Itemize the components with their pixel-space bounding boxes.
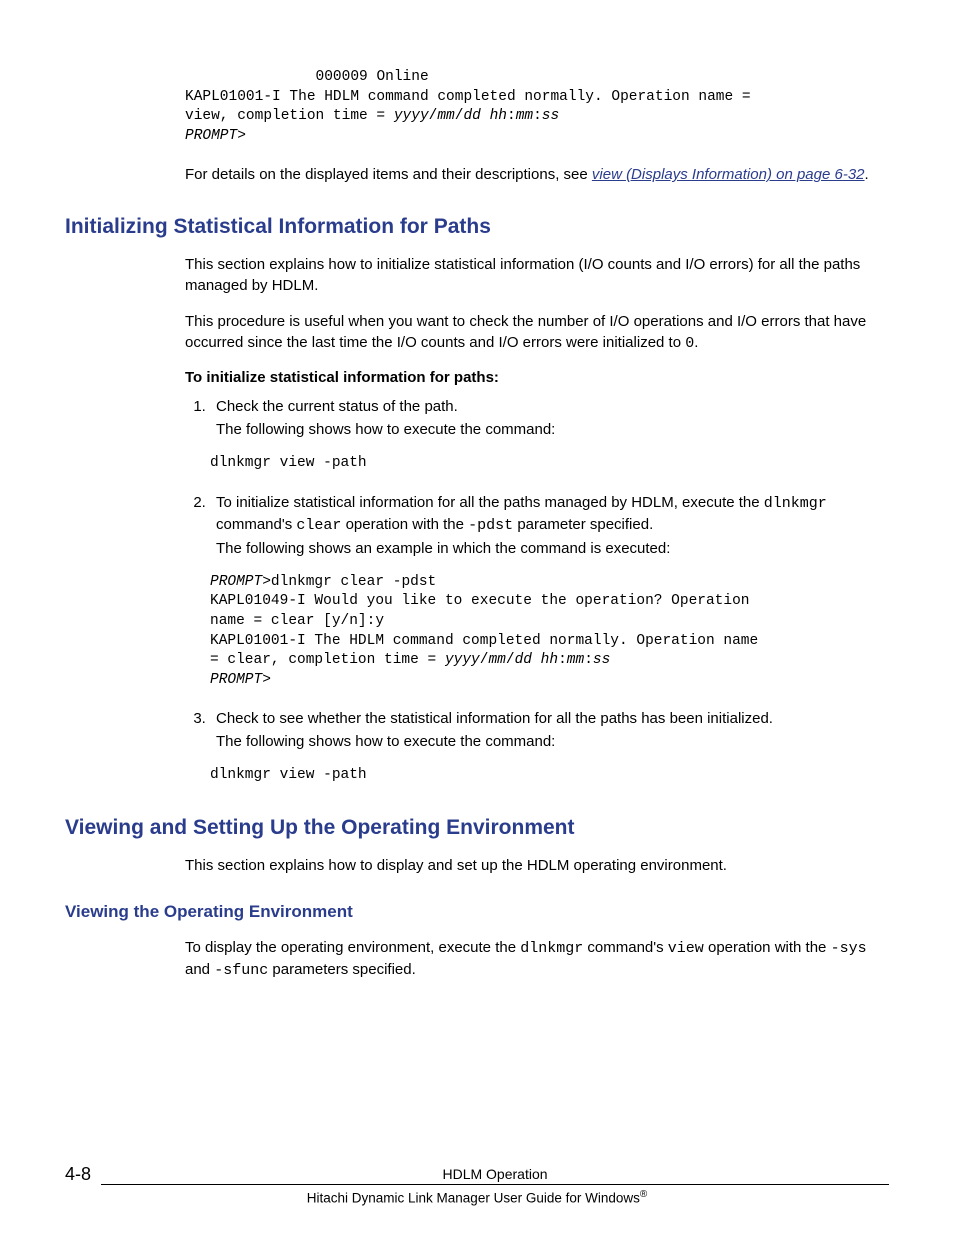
text: .	[694, 334, 698, 351]
code-line: 000009 Online	[185, 69, 429, 85]
paragraph: This procedure is useful when you want t…	[185, 311, 889, 354]
code-sep: /	[506, 652, 515, 668]
text: operation with the	[341, 516, 468, 533]
inline-code: dlnkmgr	[520, 940, 583, 957]
code-var: mm	[516, 108, 533, 124]
heading-viewing-setting: Viewing and Setting Up the Operating Env…	[65, 816, 889, 840]
inline-code: clear	[296, 517, 341, 534]
procedure-title: To initialize statistical information fo…	[185, 369, 889, 386]
code-var: dd hh	[463, 108, 507, 124]
step-text: The following shows how to execute the c…	[216, 731, 889, 752]
step-text: Check the current status of the path.	[216, 396, 889, 417]
code-var: yyyy	[394, 108, 429, 124]
paragraph: This section explains how to initialize …	[185, 254, 889, 296]
code-var: yyyy	[445, 652, 480, 668]
code-block-top: 000009 Online KAPL01001-I The HDLM comma…	[185, 68, 889, 146]
text: operation with the	[704, 939, 831, 956]
code-gt: >	[262, 672, 271, 688]
step-3: Check to see whether the statistical inf…	[210, 708, 889, 752]
text: parameters specified.	[268, 961, 416, 978]
code-var: mm	[567, 652, 584, 668]
code-text: = clear, completion time =	[210, 652, 445, 668]
code-prompt: PROMPT	[210, 574, 262, 590]
step-text: The following shows how to execute the c…	[216, 419, 889, 440]
inline-code: view	[668, 940, 704, 957]
code-block: dlnkmgr view -path	[210, 766, 889, 786]
page-footer: 4-8 HDLM Operation Hitachi Dynamic Link …	[65, 1164, 889, 1206]
paragraph: This section explains how to display and…	[185, 855, 889, 876]
page-number: 4-8	[65, 1164, 91, 1185]
text: and	[185, 961, 214, 978]
inline-code: -sys	[831, 940, 867, 957]
footer-top-row: 4-8 HDLM Operation	[65, 1164, 889, 1185]
code-block-step2: PROMPT>dlnkmgr clear -pdst KAPL01049-I W…	[210, 573, 889, 690]
footer-guide: Hitachi Dynamic Link Manager User Guide …	[65, 1189, 889, 1206]
footer-chapter: HDLM Operation	[101, 1166, 889, 1182]
footer-guide-text: Hitachi Dynamic Link Manager User Guide …	[307, 1190, 640, 1205]
document-page: 000009 Online KAPL01001-I The HDLM comma…	[0, 0, 954, 1235]
code-block: dlnkmgr view -path	[210, 454, 889, 474]
text: To display the operating environment, ex…	[185, 939, 520, 956]
code-var: mm	[488, 652, 505, 668]
code-var: mm	[437, 108, 454, 124]
step-text: Check to see whether the statistical inf…	[216, 708, 889, 729]
link-view-displays[interactable]: view (Displays Information) on page 6-32	[592, 166, 865, 183]
paragraph: To display the operating environment, ex…	[185, 937, 889, 981]
code-sep: :	[558, 652, 567, 668]
code-var: dd hh	[515, 652, 559, 668]
heading-viewing-env: Viewing the Operating Environment	[65, 902, 889, 922]
heading-initializing: Initializing Statistical Information for…	[65, 215, 889, 239]
procedure-steps-cont2: Check to see whether the statistical inf…	[185, 708, 889, 752]
code-sep: :	[507, 108, 516, 124]
code-sep: :	[533, 108, 542, 124]
inline-code: 0	[685, 335, 694, 352]
text: This procedure is useful when you want t…	[185, 313, 866, 351]
paragraph-see-link: For details on the displayed items and t…	[185, 164, 889, 185]
code-var: ss	[542, 108, 559, 124]
step-1: Check the current status of the path. Th…	[210, 396, 889, 440]
step-2: To initialize statistical information fo…	[210, 492, 889, 559]
code-line: KAPL01049-I Would you like to execute th…	[210, 593, 758, 609]
text: .	[865, 166, 869, 183]
inline-code: -sfunc	[214, 962, 268, 979]
procedure-steps: Check the current status of the path. Th…	[185, 396, 889, 440]
code-var: ss	[593, 652, 610, 668]
text: To initialize statistical information fo…	[216, 494, 764, 511]
code-gt: >	[237, 128, 246, 144]
code-text: >dlnkmgr clear -pdst	[262, 574, 436, 590]
step-text: To initialize statistical information fo…	[216, 492, 889, 536]
code-sep: :	[584, 652, 593, 668]
code-line: KAPL01001-I The HDLM command completed n…	[210, 633, 767, 649]
code-prompt: PROMPT	[210, 672, 262, 688]
code-line: KAPL01001-I The HDLM command completed n…	[185, 89, 759, 105]
step-text: The following shows an example in which …	[216, 538, 889, 559]
footer-center: HDLM Operation	[101, 1166, 889, 1185]
text: command's	[216, 516, 296, 533]
code-prompt: PROMPT	[185, 128, 237, 144]
procedure-steps-cont: To initialize statistical information fo…	[185, 492, 889, 559]
code-line: view, completion time =	[185, 108, 394, 124]
text: For details on the displayed items and t…	[185, 166, 592, 183]
text: command's	[583, 939, 668, 956]
inline-code: -pdst	[468, 517, 513, 534]
code-line: name = clear [y/n]:y	[210, 613, 384, 629]
registered-mark: ®	[640, 1189, 647, 1200]
text: parameter specified.	[513, 516, 653, 533]
footer-rule	[101, 1184, 889, 1185]
inline-code: dlnkmgr	[764, 495, 827, 512]
